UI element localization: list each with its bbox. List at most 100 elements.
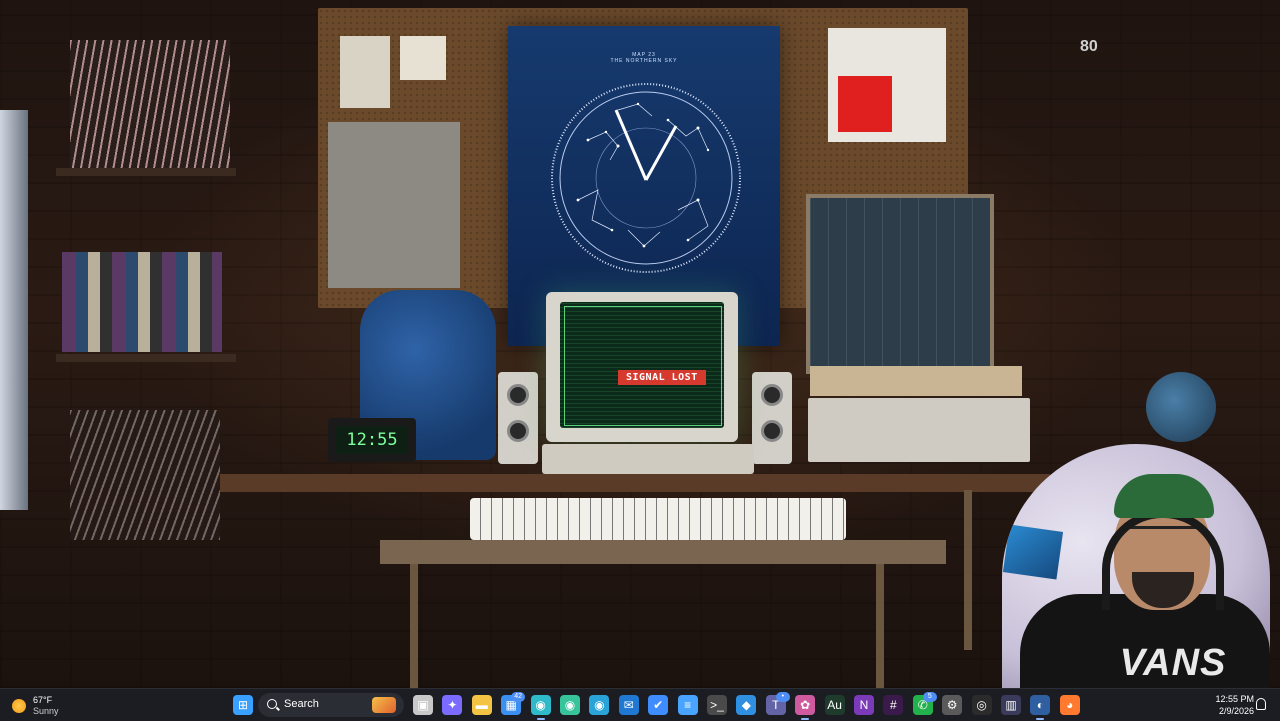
- onenote-icon[interactable]: N: [854, 695, 874, 715]
- window: [0, 110, 28, 510]
- edge-dev-glyph: ◉: [594, 698, 605, 712]
- audition-glyph: Au: [827, 698, 842, 712]
- outlook-glyph: ✉: [623, 698, 634, 712]
- search-highlight-icon: [372, 697, 396, 713]
- synth-stand: [810, 366, 1022, 396]
- desk-clock-display: 12:55: [336, 426, 408, 454]
- obs-glyph: ◎: [976, 698, 987, 712]
- whatsapp-icon[interactable]: ✆ 5: [912, 692, 937, 715]
- notification-badge: 5: [922, 692, 937, 702]
- teams-icon[interactable]: T •: [765, 692, 790, 715]
- onenote-glyph: N: [859, 698, 869, 712]
- record-collection-top: [70, 40, 230, 168]
- desk-top: [220, 474, 1050, 492]
- file-explorer-icon[interactable]: ▬: [471, 695, 492, 715]
- tool-glyph: ◐: [1036, 698, 1045, 712]
- record-collection-bottom: [70, 410, 220, 540]
- outlook-icon[interactable]: ✉: [618, 695, 639, 715]
- file-explorer-glyph: ▬: [475, 698, 488, 712]
- copilot-icon[interactable]: ✦: [442, 695, 463, 715]
- left-speaker: [498, 372, 538, 464]
- speaker-cone: [507, 384, 529, 406]
- search-box[interactable]: Search: [258, 693, 404, 717]
- keyboard-stand: [380, 540, 946, 564]
- sun-icon: [12, 699, 26, 713]
- desk-leg: [964, 490, 972, 650]
- clock-time: 12:55 PM: [1215, 694, 1254, 704]
- audition-icon[interactable]: Au: [824, 695, 845, 715]
- right-speaker: [752, 372, 792, 464]
- edge-icon[interactable]: ◉: [530, 695, 551, 720]
- obs-icon[interactable]: ◎: [971, 695, 992, 715]
- desk-leg: [410, 564, 418, 688]
- todo-glyph: ✔: [653, 698, 664, 712]
- globe: [1146, 372, 1216, 442]
- pinned-postcard: [340, 36, 390, 108]
- synth-keyboard: [470, 498, 846, 540]
- shelf: [56, 168, 236, 176]
- corner-number: 80: [1080, 38, 1098, 55]
- red-square: [838, 76, 892, 132]
- task-view-icon[interactable]: ▣: [413, 695, 433, 715]
- edge-dev-icon[interactable]: ◉: [589, 695, 610, 715]
- todo-icon[interactable]: ✔: [648, 695, 669, 715]
- person-cap: [1114, 474, 1214, 518]
- notepad-glyph: ≡: [684, 698, 692, 712]
- notification-bell-icon[interactable]: [1256, 698, 1266, 710]
- poster-title: MAP 23 THE NORTHERN SKY: [508, 52, 780, 64]
- search-label: Search: [284, 698, 319, 710]
- screen-grid: [564, 306, 722, 426]
- copilot-glyph: ✦: [447, 698, 458, 712]
- slack-icon[interactable]: #: [883, 695, 904, 715]
- edge-glyph: ◉: [535, 698, 546, 712]
- wall-art: [1002, 524, 1064, 580]
- pinned-album-sleeve: [828, 28, 946, 142]
- firefox-glyph: ◕: [1066, 698, 1074, 712]
- start-glyph: ⊞: [237, 698, 249, 712]
- retro-monitor: SIGNAL LOST: [546, 292, 738, 442]
- clock-date: 2/9/2026: [1218, 706, 1254, 716]
- notification-badge: 42: [511, 692, 526, 702]
- signal-lost-banner: SIGNAL LOST: [618, 370, 706, 385]
- settings-icon[interactable]: ⚙: [942, 695, 963, 715]
- tool-icon[interactable]: ◐: [1030, 695, 1051, 720]
- stereo-amplifier: [808, 398, 1030, 462]
- terminal-glyph: >_: [710, 698, 724, 712]
- shelf-lower: [56, 354, 236, 362]
- computer-keyboard: [542, 444, 754, 474]
- firefox-icon[interactable]: ◕: [1059, 695, 1080, 715]
- weather-condition: Sunny: [33, 706, 59, 716]
- desk-leg: [876, 564, 884, 688]
- pinned-note: [400, 36, 446, 80]
- modular-synth: [806, 194, 994, 374]
- vscode-glyph: ◆: [741, 698, 751, 712]
- speaker-cone: [761, 420, 783, 442]
- app-pink-glyph: ✿: [800, 698, 811, 712]
- shirt-logo-text: VANS: [1119, 642, 1227, 684]
- system-clock[interactable]: 12:55 PM 2/9/2026: [1214, 693, 1254, 717]
- terminal-icon[interactable]: >_: [707, 695, 727, 715]
- vscode-icon[interactable]: ◆: [736, 695, 757, 715]
- weather-temperature: 67°F: [33, 695, 53, 705]
- start-button[interactable]: ⊞: [233, 695, 253, 715]
- settings-glyph: ⚙: [946, 698, 958, 712]
- star-chart-clock: [551, 83, 741, 273]
- audio-icon[interactable]: ▥: [1001, 695, 1021, 715]
- notepad-icon[interactable]: ≡: [677, 695, 698, 715]
- edge-beta-icon[interactable]: ◉: [560, 695, 580, 715]
- task-view-glyph: ▣: [417, 698, 429, 712]
- taskbar: 67°F Sunny ⊞ ▣ ✦ ▬ ▦ 42 ◉ ◉ ◉ ✉ ✔ ≡ >_ ◆ T • ✿ Au N # ✆ 5 ⚙ ◎ ▥ ◐…: [0, 688, 1280, 721]
- edge-beta-glyph: ◉: [564, 698, 576, 712]
- notification-badge: •: [775, 692, 790, 702]
- search-icon: [267, 699, 277, 709]
- weather-widget[interactable]: 67°F Sunny: [12, 693, 82, 717]
- speaker-cone: [761, 384, 783, 406]
- app-pink-icon[interactable]: ✿: [795, 695, 816, 720]
- slack-glyph: #: [890, 698, 897, 712]
- pinned-document: [328, 122, 460, 288]
- poster-subtitle: THE NORTHERN SKY: [610, 58, 678, 64]
- store-icon[interactable]: ▦ 42: [501, 692, 526, 715]
- audio-glyph: ▥: [1005, 698, 1017, 712]
- monitor-screen: SIGNAL LOST: [560, 302, 724, 428]
- book-stack: [62, 252, 222, 352]
